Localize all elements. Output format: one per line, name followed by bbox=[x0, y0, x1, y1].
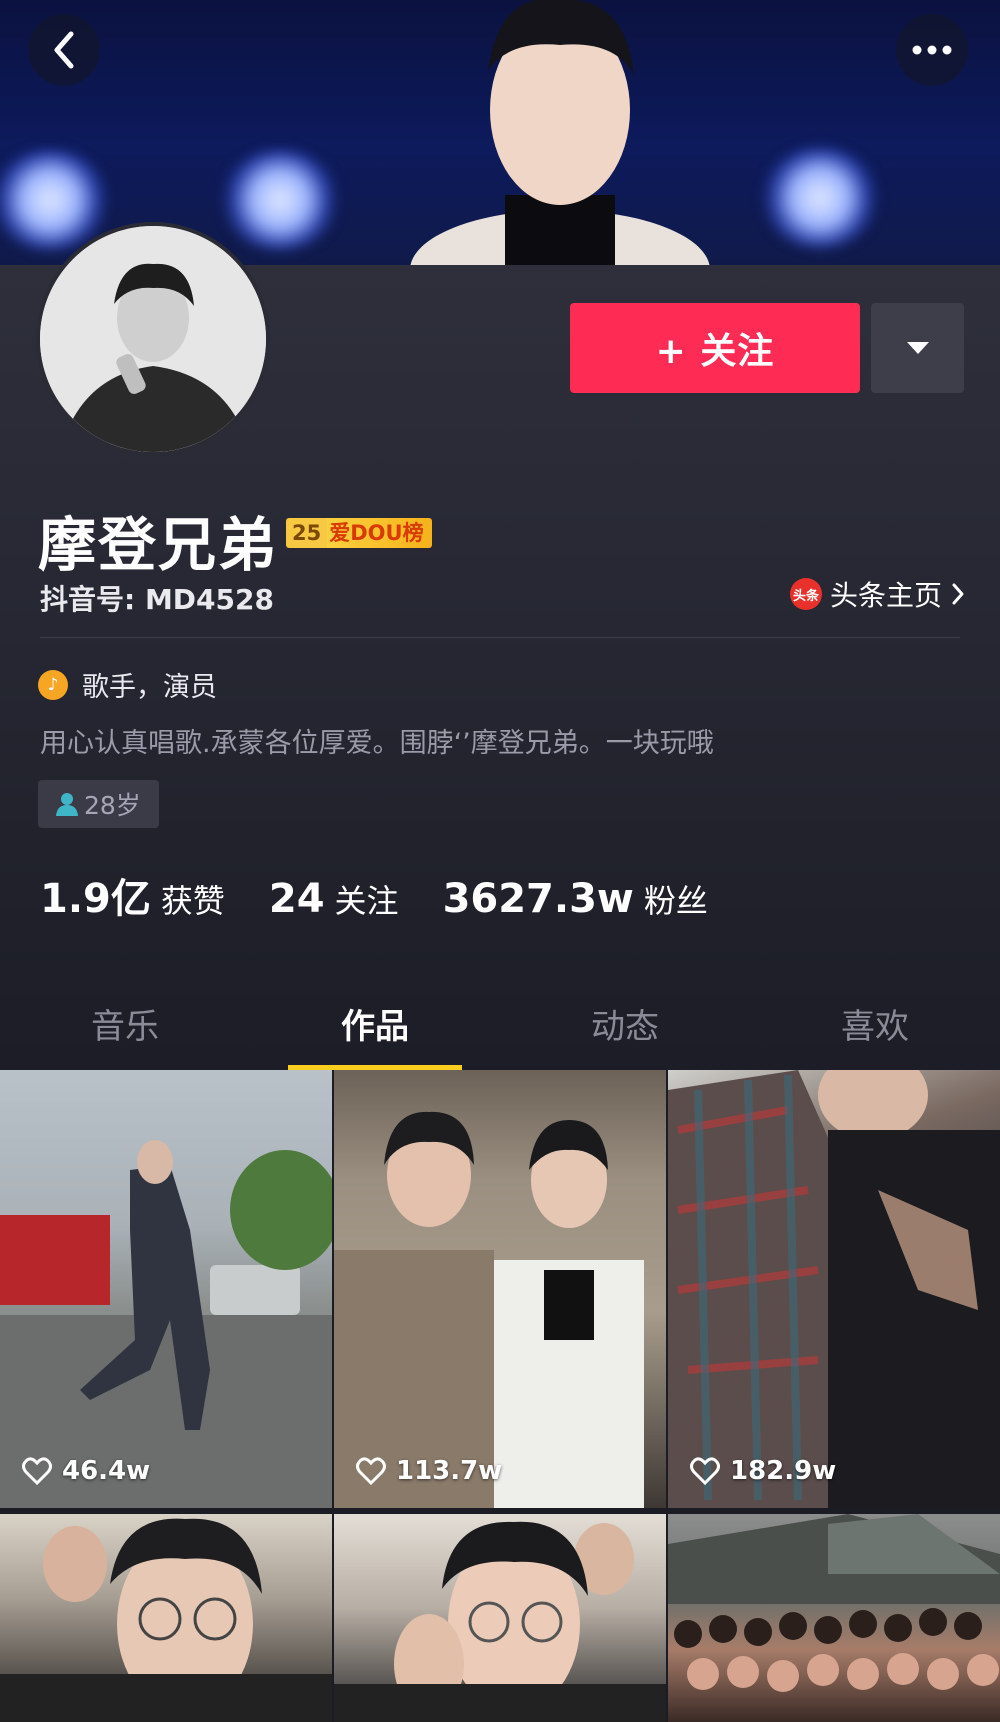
verification-text: 歌手，演员 bbox=[82, 672, 217, 703]
bio-text: 用心认真唱歌.承蒙各位厚爱。围脖‘’摩登兄弟。一块玩哦 bbox=[40, 728, 714, 759]
more-dots-icon bbox=[912, 45, 952, 55]
heart-icon bbox=[356, 1457, 386, 1485]
tab-music[interactable]: 音乐 bbox=[0, 985, 250, 1070]
stat-label: 粉丝 bbox=[643, 882, 708, 920]
video-thumbnail-image bbox=[0, 1518, 332, 1722]
avatar[interactable] bbox=[36, 222, 270, 456]
video-thumbnail[interactable] bbox=[668, 1514, 1000, 1722]
chevron-right-icon bbox=[952, 583, 964, 605]
video-thumbnail[interactable]: 182.9w bbox=[668, 1070, 1000, 1508]
back-button[interactable] bbox=[28, 14, 100, 86]
video-thumbnail-image bbox=[334, 1521, 666, 1722]
divider bbox=[40, 637, 960, 638]
back-arrow-icon bbox=[54, 31, 74, 69]
stat-number: 1.9亿 bbox=[40, 876, 151, 922]
video-thumbnail[interactable] bbox=[0, 1514, 332, 1722]
tab-likes[interactable]: 喜欢 bbox=[750, 985, 1000, 1070]
recommend-dropdown-button[interactable] bbox=[871, 303, 964, 393]
stat-likes[interactable]: 1.9亿 获赞 bbox=[40, 866, 225, 924]
cover-person-image bbox=[410, 0, 710, 265]
follow-button[interactable]: + 关注 bbox=[570, 303, 860, 393]
age-text: 28岁 bbox=[84, 791, 141, 820]
toutiao-label: 头条主页 bbox=[829, 579, 942, 612]
stats-row: 1.9亿 获赞 24 关注 3627.3w 粉丝 bbox=[40, 866, 752, 924]
age-tag: 28岁 bbox=[38, 780, 159, 828]
stat-number: 3627.3w bbox=[442, 876, 634, 922]
stat-following[interactable]: 24 关注 bbox=[269, 876, 399, 922]
stat-followers[interactable]: 3627.3w 粉丝 bbox=[443, 876, 708, 922]
video-thumbnail-image bbox=[0, 1140, 332, 1508]
stat-number: 24 bbox=[268, 876, 325, 922]
rank-label: 爱DOU榜 bbox=[327, 518, 432, 548]
person-icon bbox=[56, 793, 78, 816]
like-count-value: 113.7w bbox=[396, 1456, 503, 1486]
video-thumbnail[interactable] bbox=[334, 1514, 666, 1722]
like-count: 46.4w bbox=[22, 1456, 150, 1486]
more-button[interactable] bbox=[896, 14, 968, 86]
toutiao-icon: 头条 bbox=[789, 578, 822, 610]
profile-tabs: 音乐 作品 动态 喜欢 bbox=[0, 985, 1000, 1070]
rank-number: 25 bbox=[286, 518, 328, 548]
rank-badge[interactable]: 25 爱DOU榜 bbox=[286, 518, 432, 548]
like-count: 182.9w bbox=[690, 1456, 836, 1486]
video-thumbnail[interactable]: 113.7w bbox=[334, 1070, 666, 1508]
video-thumbnail-image bbox=[334, 1111, 644, 1508]
stat-label: 关注 bbox=[334, 882, 399, 920]
douyin-id: 抖音号: MD4528 bbox=[40, 583, 274, 616]
avatar-image bbox=[40, 226, 266, 452]
caret-down-icon bbox=[906, 342, 929, 354]
toutiao-link[interactable]: 头条 头条主页 bbox=[789, 574, 966, 614]
video-thumbnail-image bbox=[668, 1070, 1000, 1508]
tab-activity[interactable]: 动态 bbox=[500, 985, 750, 1070]
like-count-value: 182.9w bbox=[730, 1456, 837, 1486]
like-count: 113.7w bbox=[356, 1456, 502, 1486]
stat-label: 获赞 bbox=[160, 882, 225, 920]
verified-music-icon: ♪ bbox=[38, 669, 68, 700]
video-thumbnail-image bbox=[668, 1514, 1000, 1692]
tab-works[interactable]: 作品 bbox=[250, 985, 500, 1070]
video-grid: 46.4w 113.7w 182.9w bbox=[0, 1070, 1000, 1722]
profile-name: 摩登兄弟 bbox=[38, 511, 279, 579]
heart-icon bbox=[22, 1457, 52, 1485]
heart-icon bbox=[690, 1457, 720, 1485]
like-count-value: 46.4w bbox=[62, 1456, 151, 1486]
video-thumbnail[interactable]: 46.4w bbox=[0, 1070, 332, 1508]
verification-row: ♪ 歌手，演员 bbox=[38, 665, 217, 704]
